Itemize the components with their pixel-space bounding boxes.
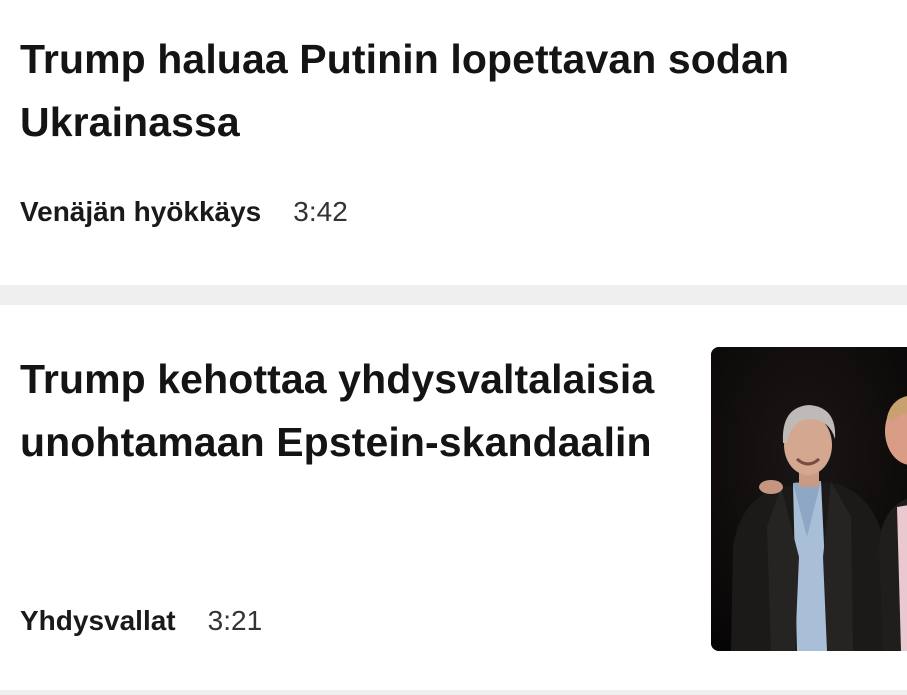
- article-headline[interactable]: Trump kehottaa yhdysvaltalaisia unohtama…: [20, 348, 660, 474]
- article-headline[interactable]: Trump haluaa Putinin lopettavan sodan Uk…: [20, 28, 870, 154]
- card-separator: [0, 285, 907, 305]
- article-meta: Yhdysvallat 3:21: [20, 605, 262, 637]
- article-time: 3:42: [293, 196, 348, 227]
- thumbnail-photo: [711, 347, 907, 651]
- article-category[interactable]: Yhdysvallat: [20, 605, 176, 637]
- article-meta: Venäjän hyökkäys 3:42: [20, 196, 348, 228]
- article-card[interactable]: Trump haluaa Putinin lopettavan sodan Uk…: [0, 0, 907, 285]
- card-separator: [0, 690, 907, 695]
- news-feed: Trump haluaa Putinin lopettavan sodan Uk…: [0, 0, 907, 695]
- article-card[interactable]: Trump kehottaa yhdysvaltalaisia unohtama…: [0, 305, 907, 690]
- article-category[interactable]: Venäjän hyökkäys: [20, 196, 261, 228]
- article-time: 3:21: [207, 605, 263, 636]
- article-thumbnail[interactable]: [711, 347, 907, 651]
